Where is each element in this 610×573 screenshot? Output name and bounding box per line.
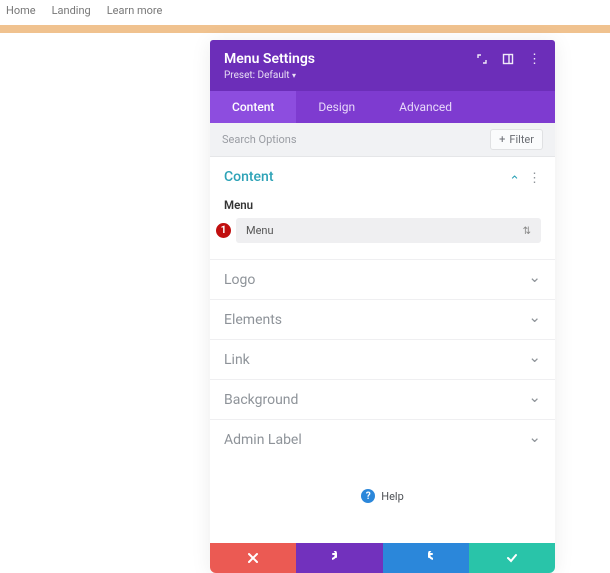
search-row: Search Options + Filter [210, 123, 555, 157]
help-row[interactable]: ? Help [210, 459, 555, 543]
chevron-down-icon [528, 310, 541, 329]
tab-content[interactable]: Content [210, 91, 296, 123]
preset-selector[interactable]: Preset: Default ▾ [224, 70, 541, 81]
section-elements-header[interactable]: Elements [210, 300, 555, 339]
help-icon: ? [361, 489, 375, 503]
step-badge: 1 [216, 223, 231, 238]
section-admin-label-header[interactable]: Admin Label [210, 420, 555, 459]
sort-icon [523, 224, 531, 237]
undo-button[interactable] [296, 543, 382, 573]
footer-actions [210, 543, 555, 573]
menu-field-label: Menu [210, 198, 555, 218]
chevron-down-icon [528, 430, 541, 449]
expand-icon[interactable] [476, 53, 488, 65]
tabs: Content Design Advanced [210, 91, 555, 123]
nav-learn-more[interactable]: Learn more [107, 4, 163, 17]
snap-icon[interactable] [502, 53, 514, 65]
nav-home[interactable]: Home [6, 4, 36, 17]
section-logo-header[interactable]: Logo [210, 260, 555, 299]
redo-button[interactable] [383, 543, 469, 573]
filter-button[interactable]: + Filter [490, 129, 543, 150]
panel-body: Content Menu 1 Menu Logo Elements Link [210, 157, 555, 543]
cancel-button[interactable] [210, 543, 296, 573]
tab-advanced[interactable]: Advanced [377, 91, 474, 123]
chevron-down-icon [528, 390, 541, 409]
section-content-header[interactable]: Content [210, 157, 555, 196]
search-input[interactable]: Search Options [222, 133, 297, 146]
section-background-header[interactable]: Background [210, 380, 555, 419]
chevron-up-icon [509, 167, 520, 186]
more-options-icon[interactable] [528, 52, 541, 67]
panel-title: Menu Settings [224, 51, 315, 67]
save-button[interactable] [469, 543, 555, 573]
accent-bar [0, 25, 610, 33]
tab-design[interactable]: Design [296, 91, 377, 123]
section-content-title: Content [224, 169, 274, 185]
section-more-icon[interactable] [528, 167, 541, 186]
panel-header: Menu Settings Preset: Default ▾ [210, 40, 555, 91]
chevron-down-icon [528, 350, 541, 369]
top-nav: Home Landing Learn more [0, 0, 610, 21]
plus-icon: + [499, 133, 505, 146]
chevron-down-icon [528, 270, 541, 289]
menu-dropdown[interactable]: Menu [236, 218, 541, 243]
section-link-header[interactable]: Link [210, 340, 555, 379]
menu-settings-panel: Menu Settings Preset: Default ▾ Content … [210, 40, 555, 573]
nav-landing[interactable]: Landing [52, 4, 91, 17]
